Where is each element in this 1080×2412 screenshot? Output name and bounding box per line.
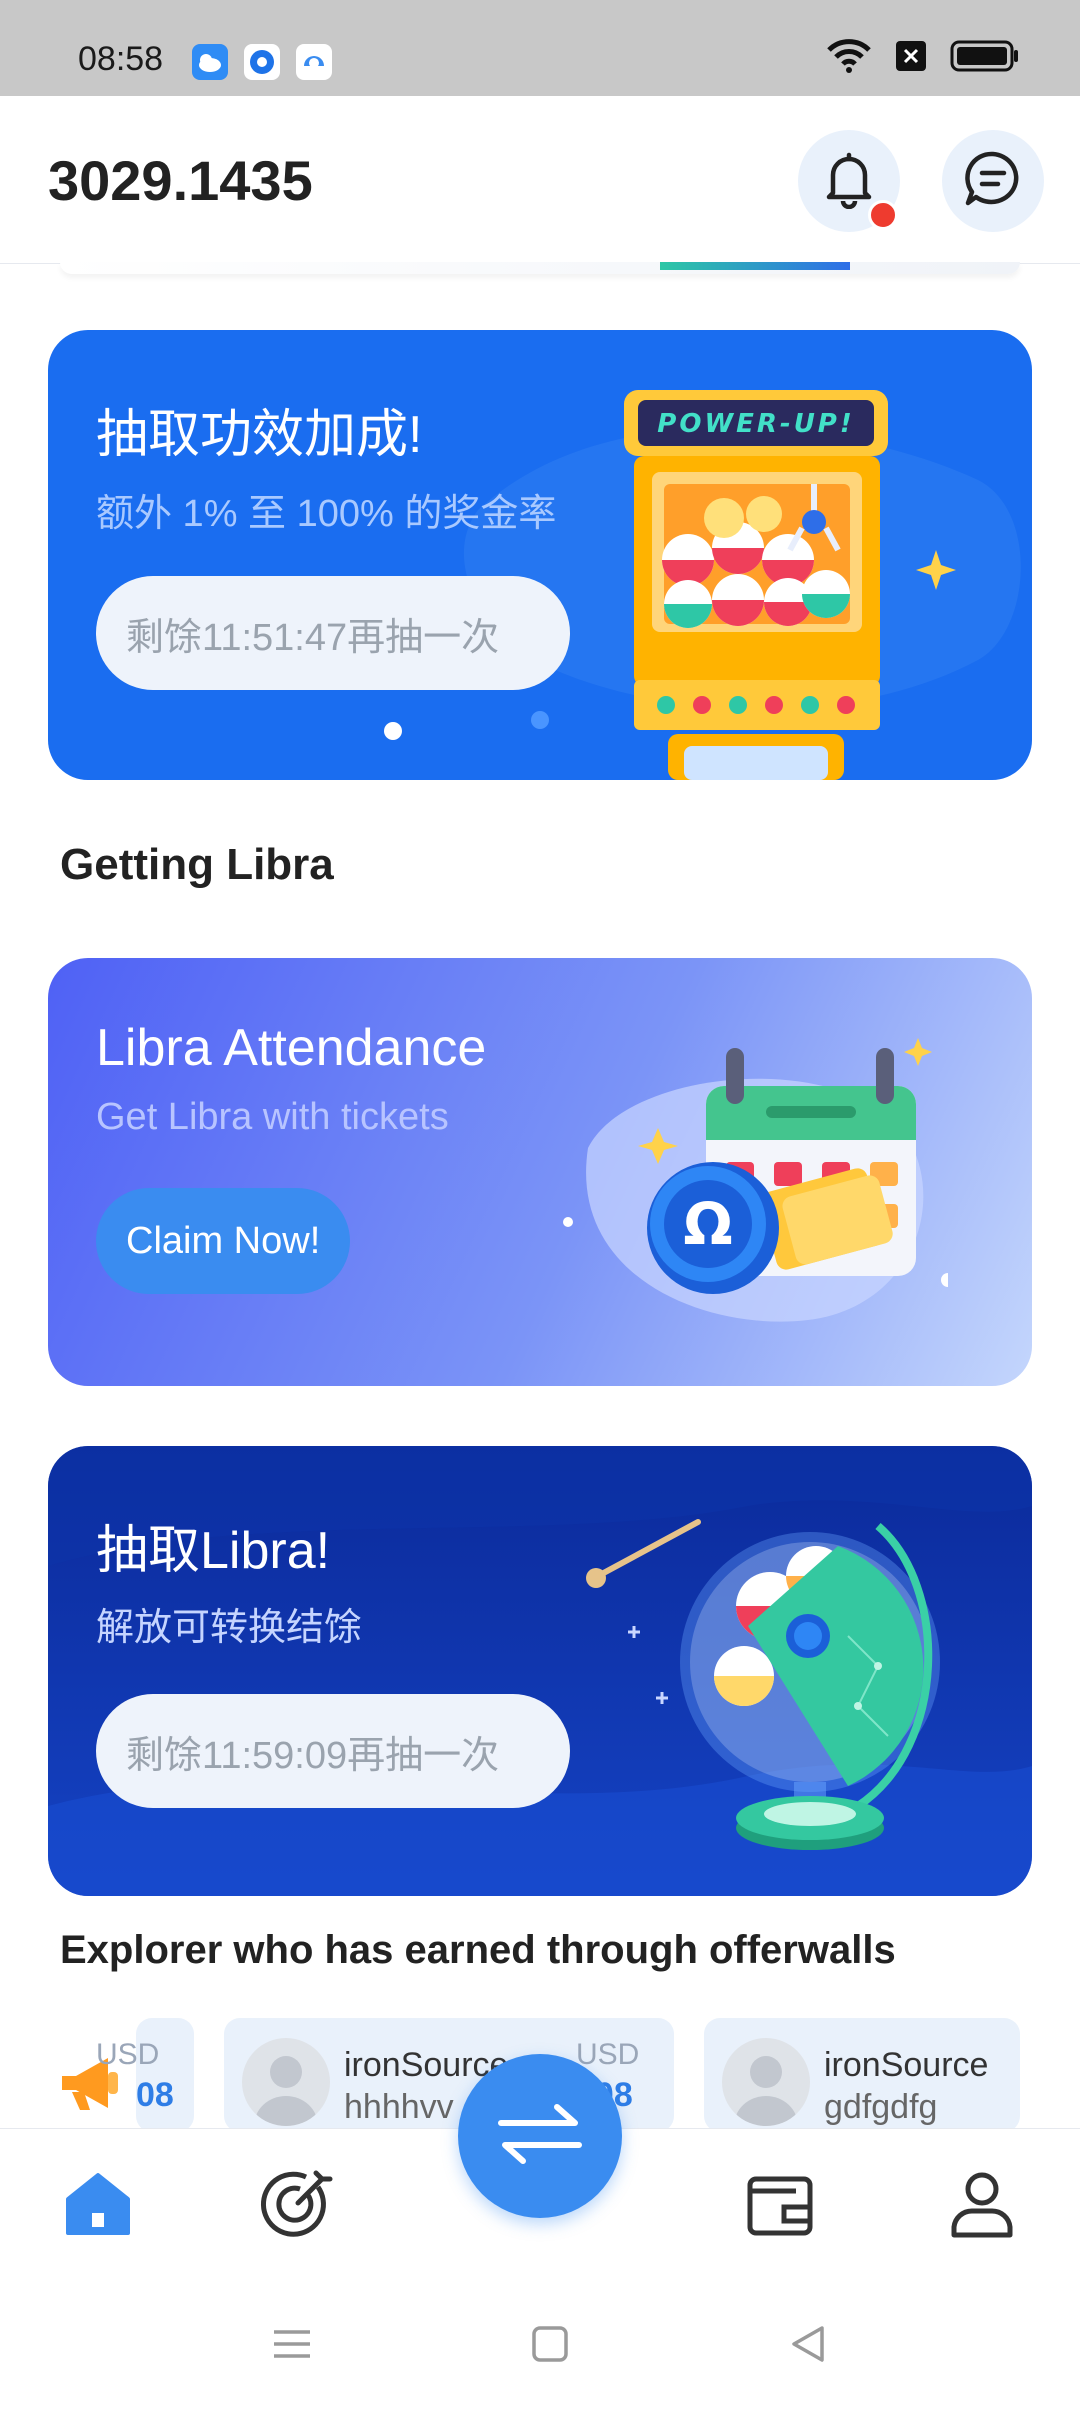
power-up-sign-text: POWER-UP! [657, 409, 854, 439]
explorer-username: gdfgdfg [824, 2088, 938, 2126]
status-time: 08:58 [78, 40, 164, 78]
power-up-draw-button[interactable]: 剩馀11:51:47再抽一次 [96, 576, 570, 690]
explorer-amount: 08 [136, 2076, 174, 2114]
app-header: 3029.1435 [0, 96, 1080, 264]
power-up-title: 抽取功效加成! [96, 406, 423, 464]
explorers-heading: Explorer who has earned through offerwal… [60, 1928, 896, 1972]
bell-icon [821, 149, 877, 214]
avatar [722, 2038, 810, 2126]
chat-icon [962, 148, 1024, 215]
sparkle-icon [916, 550, 956, 590]
svg-text:Ω: Ω [683, 1190, 732, 1258]
explorer-offerwall: ironSource [824, 2046, 989, 2084]
attendance-title: Libra Attendance [96, 1019, 487, 1077]
messages-button[interactable] [942, 130, 1044, 232]
draw-libra-button[interactable]: 剩馀11:59:09再抽一次 [96, 1694, 570, 1808]
nav-wallet[interactable] [738, 2163, 822, 2247]
claim-now-button[interactable]: Claim Now! [96, 1188, 351, 1294]
system-navigation-bar [0, 2280, 1080, 2412]
power-up-subtitle: 额外 1% 至 100% 的奖金率 [96, 493, 557, 535]
draw-libra-subtitle: 解放可转换结馀 [96, 1607, 363, 1649]
browser-app-icon [296, 44, 332, 80]
nav-profile[interactable] [940, 2163, 1024, 2247]
libra-attendance-card[interactable]: Libra Attendance Get Libra with tickets … [48, 958, 1032, 1386]
battery-icon [950, 39, 1020, 78]
exchange-icon [495, 2099, 585, 2174]
previous-card-edge [60, 262, 1020, 274]
draw-libra-title: 抽取Libra! [96, 1522, 331, 1580]
status-bar: 08:58 [0, 0, 1080, 96]
power-up-banner[interactable]: 抽取功效加成! 额外 1% 至 100% 的奖金率 剩馀11:51:47再抽一次… [48, 330, 1032, 780]
target-icon [260, 2165, 336, 2246]
notifications-button[interactable] [798, 130, 900, 232]
nav-home[interactable] [56, 2163, 140, 2247]
wallet-icon [744, 2167, 816, 2244]
getting-libra-heading: Getting Libra [60, 840, 334, 889]
explorer-username: hhhhvv [344, 2088, 454, 2126]
nav-missions[interactable] [256, 2163, 340, 2247]
menu-icon[interactable] [270, 2322, 314, 2371]
exchange-button[interactable] [458, 2054, 622, 2218]
attendance-subtitle: Get Libra with tickets [96, 1096, 449, 1138]
status-indicators [826, 38, 1020, 78]
weather-app-icon [192, 44, 228, 80]
explorer-currency: USD [96, 2038, 160, 2071]
gacha-globe-illustration [586, 1519, 940, 1850]
app-notification-icon [244, 44, 280, 80]
home-system-icon[interactable] [528, 2322, 572, 2371]
draw-libra-banner[interactable]: 抽取Libra! 解放可转换结馀 剩馀11:59:09再抽一次 [48, 1446, 1032, 1896]
profile-icon [946, 2167, 1018, 2244]
balance-value: 3029.1435 [48, 149, 313, 212]
no-sim-icon [894, 39, 928, 78]
back-icon[interactable] [786, 2322, 830, 2371]
carousel-indicator [384, 722, 402, 740]
avatar [242, 2038, 330, 2126]
home-icon [62, 2167, 134, 2244]
notification-badge [868, 200, 898, 230]
claw-machine-illustration: POWER-UP! [624, 390, 888, 780]
explorer-card: ironSource gdfgdfg [704, 2018, 1020, 2132]
explorer-card: USD 08 [96, 2018, 194, 2132]
calendar-coin-illustration: Ω [563, 1038, 948, 1322]
wifi-icon [826, 38, 872, 79]
